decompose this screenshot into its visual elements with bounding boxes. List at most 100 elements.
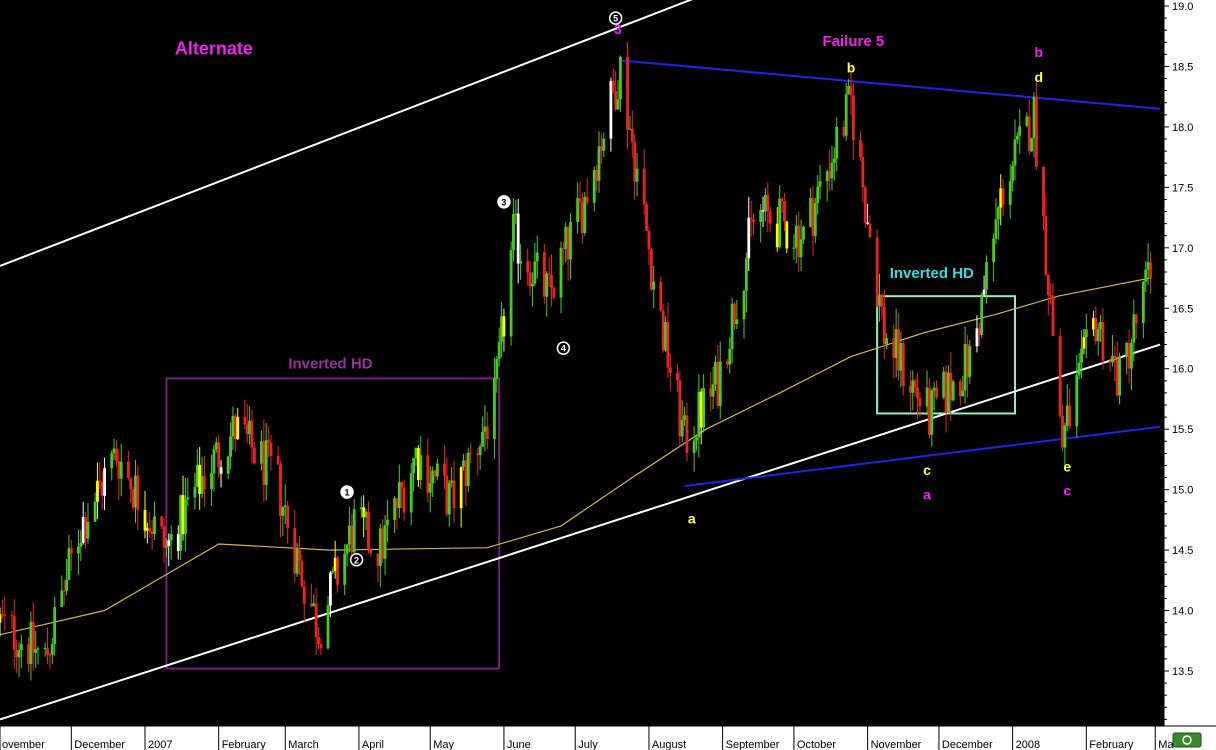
candle-body-193 (642, 168, 646, 205)
annotation-8: d (1034, 69, 1043, 85)
y-tick-label-3: 17.5 (1172, 182, 1193, 194)
candle-body-312 (1034, 96, 1038, 167)
y-tick-label-7: 15.5 (1172, 424, 1193, 436)
candle-body-58 (193, 486, 197, 498)
candle-body-127 (419, 455, 423, 480)
candle-body-174 (578, 198, 582, 203)
candle-body-99 (329, 572, 332, 606)
candle-body-238 (792, 247, 796, 249)
y-tick-label-2: 18.0 (1172, 122, 1193, 134)
candle-body-121 (400, 482, 404, 488)
candle-body-57 (186, 497, 190, 500)
annotation-13: c (1063, 483, 1071, 499)
annotation-12: e (1063, 459, 1071, 475)
candle-body-0 (0, 614, 2, 623)
candle-body-7 (19, 644, 23, 650)
candle-body-227 (752, 219, 755, 222)
candle-body-246 (816, 186, 820, 204)
trend-line-3 (620, 59, 1161, 110)
candle-body-92 (302, 586, 306, 604)
y-tick-label-6: 16.0 (1172, 364, 1193, 376)
candle-body-287 (951, 381, 955, 401)
candle-body-30 (98, 480, 102, 483)
candle-body-4 (12, 616, 16, 650)
candle-body-326 (1082, 337, 1086, 349)
candle-body-277 (918, 397, 922, 407)
candle-body-315 (1046, 274, 1050, 296)
candle-body-346 (1149, 262, 1152, 279)
x-tick-label-8: July (578, 739, 598, 750)
candle-body-62 (203, 476, 206, 490)
y-tick-label-5: 16.5 (1172, 303, 1193, 315)
candle-body-16 (50, 643, 54, 655)
candle-body-47 (153, 516, 156, 535)
candle-body-242 (802, 226, 805, 240)
candle-body-208 (692, 440, 696, 453)
candle-body-3 (10, 615, 14, 617)
candle-body-247 (818, 181, 822, 187)
candle-body-184 (611, 81, 615, 92)
candle-body-302 (1001, 188, 1005, 205)
candle-body-72 (236, 417, 240, 440)
candle-body-157 (519, 261, 522, 264)
candle-body-148 (493, 378, 496, 439)
candle-body-48 (160, 516, 164, 527)
candle-body-205 (680, 419, 684, 437)
annotation-2: Inverted HD (288, 356, 372, 373)
candle-body-343 (1141, 281, 1145, 323)
pattern-boxes (165, 295, 1017, 670)
x-axis: ovember December 2007 February March April May… (0, 725, 1216, 750)
candle-body-219 (728, 348, 732, 365)
wave-marker-label-5: 5 (613, 14, 618, 24)
x-tick-label-4: March (288, 739, 319, 750)
x-tick-label-13: December (942, 739, 993, 750)
candle-body-261 (866, 222, 870, 225)
candle-body-85 (281, 506, 285, 516)
candle-body-327 (1084, 329, 1088, 338)
candlestick-chart: Alternate Inverted HD Inverted HD Failure 5… (0, 0, 1216, 750)
candle-body-100 (331, 570, 335, 573)
candle-body-104 (345, 544, 349, 554)
candle-body-2 (3, 614, 7, 616)
candle-body-137 (452, 480, 456, 509)
candle-body-18 (60, 590, 64, 607)
candle-body-162 (535, 252, 539, 262)
candle-body-107 (352, 509, 356, 553)
candle-body-80 (264, 440, 268, 485)
candle-body-129 (428, 483, 432, 493)
candle-body-168 (559, 248, 563, 298)
candle-body-10 (31, 621, 35, 653)
candle-body-133 (443, 463, 446, 476)
chart-stage: Alternate Inverted HD Inverted HD Failure 5… (0, 0, 1216, 750)
candle-body-123 (409, 473, 413, 513)
candle-body-116 (383, 525, 387, 559)
candle-body-160 (531, 283, 534, 287)
candle-body-164 (545, 273, 549, 297)
candle-body-254 (844, 94, 848, 136)
y-tick-label-11: 13.5 (1172, 666, 1193, 678)
candle-body-147 (485, 426, 489, 439)
candle-body-52 (169, 534, 173, 541)
candle-body-340 (1130, 342, 1133, 369)
candle-body-335 (1113, 355, 1117, 360)
candle-body-324 (1077, 362, 1081, 376)
candle-body-306 (1015, 135, 1019, 140)
candle-body-28 (93, 501, 97, 522)
candle-body-342 (1134, 314, 1138, 323)
candle-body-122 (402, 487, 406, 513)
candle-body-117 (386, 519, 389, 526)
candle-body-258 (859, 140, 862, 158)
candle-body-156 (516, 213, 520, 264)
wave-marker-label-2: 2 (354, 555, 359, 565)
candle-body-81 (267, 440, 271, 443)
candle-body-112 (369, 550, 373, 554)
annotation-11: a (923, 486, 931, 502)
candle-body-182 (602, 138, 606, 151)
candle-body-149 (495, 358, 499, 379)
candle-body-64 (212, 449, 216, 474)
candle-body-300 (996, 207, 1000, 220)
annotations-layer: Alternate Inverted HD Inverted HD Failure 5… (175, 21, 1071, 527)
candle-body-177 (585, 196, 589, 203)
candle-body-6 (17, 649, 21, 658)
candle-body-153 (509, 250, 513, 337)
